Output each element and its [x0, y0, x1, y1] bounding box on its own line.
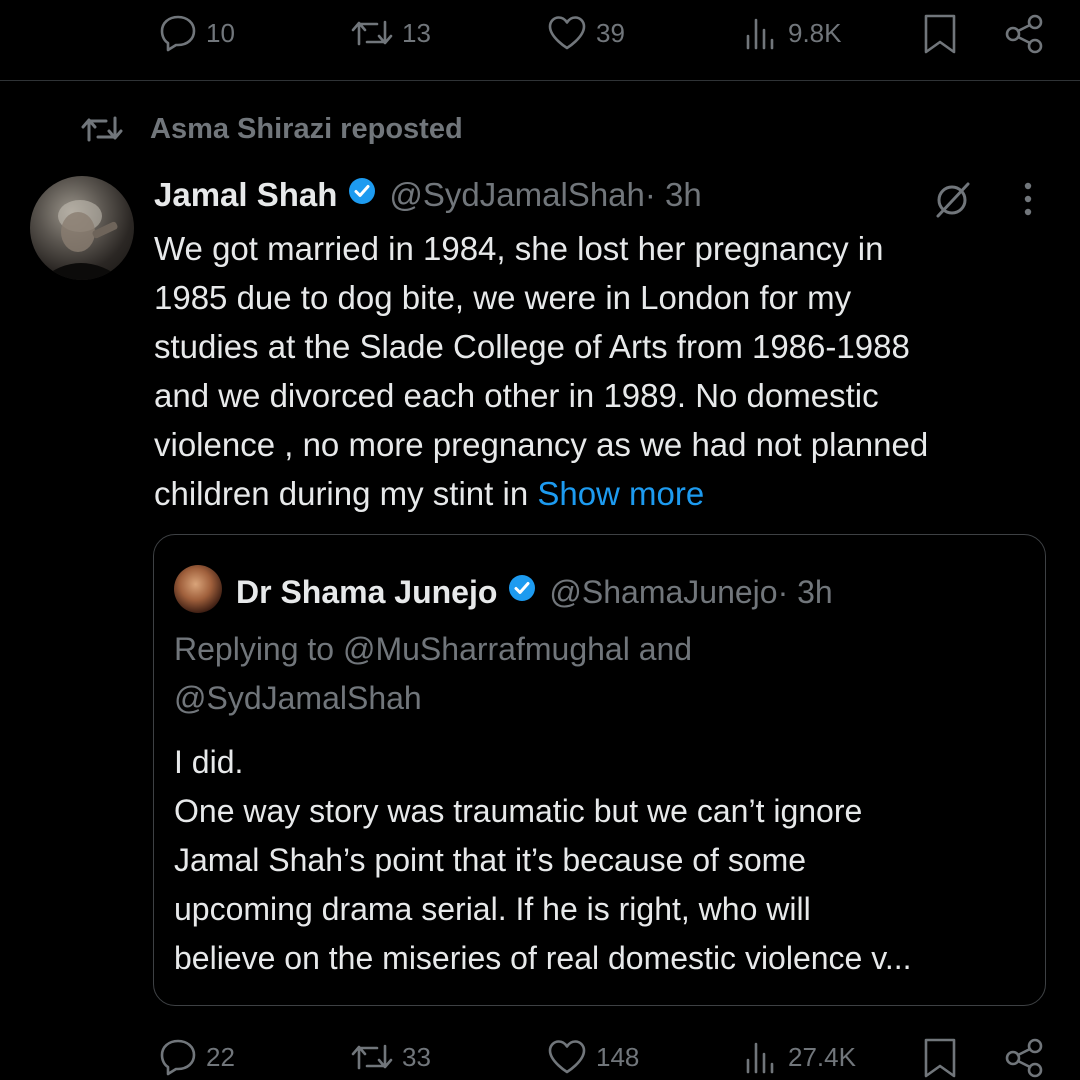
reply-icon [158, 1038, 198, 1076]
repost-button[interactable]: 33 [350, 1038, 431, 1076]
repost-count: 33 [402, 1041, 431, 1072]
bookmark-button[interactable] [920, 1036, 960, 1080]
reply-button[interactable]: 22 [158, 1038, 235, 1076]
views-icon [744, 14, 780, 52]
replying-to: Replying to @MuSharrafmughal and @SydJam… [174, 625, 994, 723]
quoted-tweet-time: · 3h [777, 573, 833, 610]
replying-to-line: @SydJamalShah [174, 680, 422, 716]
tweet-header: Jamal Shah @SydJamalShah · 3h [154, 176, 702, 214]
views-button[interactable]: 27.4K [744, 1038, 856, 1076]
like-count: 148 [596, 1041, 640, 1072]
like-button[interactable]: 39 [546, 14, 625, 52]
verified-badge-icon [347, 176, 377, 214]
share-button[interactable] [1002, 12, 1046, 56]
quoted-header: Dr Shama Junejo @ShamaJunejo · 3h [236, 573, 833, 611]
show-more-link[interactable]: Show more [537, 475, 704, 512]
bookmark-icon [920, 1036, 960, 1080]
repost-banner-text: Asma Shirazi reposted [150, 112, 463, 145]
quoted-author-name: Dr Shama Junejo [236, 573, 498, 610]
grok-icon[interactable] [930, 178, 974, 222]
quoted-tweet[interactable]: Dr Shama Junejo @ShamaJunejo · 3h Replyi… [153, 534, 1046, 1006]
views-count: 27.4K [788, 1041, 856, 1072]
share-button[interactable] [1002, 1036, 1046, 1080]
quoted-avatar[interactable] [174, 565, 222, 613]
views-icon [744, 1038, 780, 1076]
quoted-text-line: believe on the miseries of real domestic… [174, 940, 912, 976]
replying-to-line: Replying to @MuSharrafmughal and [174, 631, 693, 667]
reply-icon [158, 14, 198, 52]
tweet-divider [0, 80, 1080, 81]
like-button[interactable]: 148 [546, 1038, 639, 1076]
quoted-text-line: Jamal Shah’s point that it’s because of … [174, 842, 807, 878]
heart-icon [546, 1038, 588, 1076]
author-handle[interactable]: @SydJamalShah [389, 176, 644, 214]
more-options-icon[interactable] [1018, 180, 1038, 220]
repost-banner[interactable]: Asma Shirazi reposted [80, 112, 463, 146]
avatar[interactable] [30, 176, 134, 280]
verified-badge-icon [507, 573, 537, 611]
quoted-text: I did. One way story was traumatic but w… [174, 738, 1034, 983]
quoted-text-line: One way story was traumatic but we can’t… [174, 793, 863, 829]
repost-icon [350, 14, 394, 52]
tweet-text-line: children during my stint in Show more [154, 469, 1044, 518]
bookmark-icon [920, 12, 960, 56]
quoted-text-line: I did. [174, 744, 244, 780]
repost-icon [80, 112, 124, 146]
quoted-text-line: upcoming drama serial. If he is right, w… [174, 891, 811, 927]
tweet-text-line: violence , no more pregnancy as we had n… [154, 426, 929, 463]
repost-icon [350, 1038, 394, 1076]
heart-icon [546, 14, 588, 52]
share-icon [1002, 1036, 1046, 1080]
reply-count: 22 [206, 1041, 235, 1072]
views-button[interactable]: 9.8K [744, 14, 842, 52]
tweet-text-last-line: children during my stint in [154, 475, 538, 512]
repost-button[interactable]: 13 [350, 14, 431, 52]
tweet-text-line: We got married in 1984, she lost her pre… [154, 230, 884, 267]
tweet-text-line: and we divorced each other in 1989. No d… [154, 377, 879, 414]
tweet-text-line: studies at the Slade College of Arts fro… [154, 328, 910, 365]
quoted-author-handle: @ShamaJunejo [549, 573, 778, 610]
tweet-text-line: 1985 due to dog bite, we were in London … [154, 279, 852, 316]
tweet-text: We got married in 1984, she lost her pre… [154, 224, 1044, 518]
bookmark-button[interactable] [920, 12, 960, 56]
views-count: 9.8K [788, 17, 842, 48]
repost-count: 13 [402, 17, 431, 48]
reply-button[interactable]: 10 [158, 14, 235, 52]
share-icon [1002, 12, 1046, 56]
author-name[interactable]: Jamal Shah [154, 176, 337, 214]
tweet-time[interactable]: · 3h [645, 176, 702, 214]
reply-count: 10 [206, 17, 235, 48]
like-count: 39 [596, 17, 625, 48]
